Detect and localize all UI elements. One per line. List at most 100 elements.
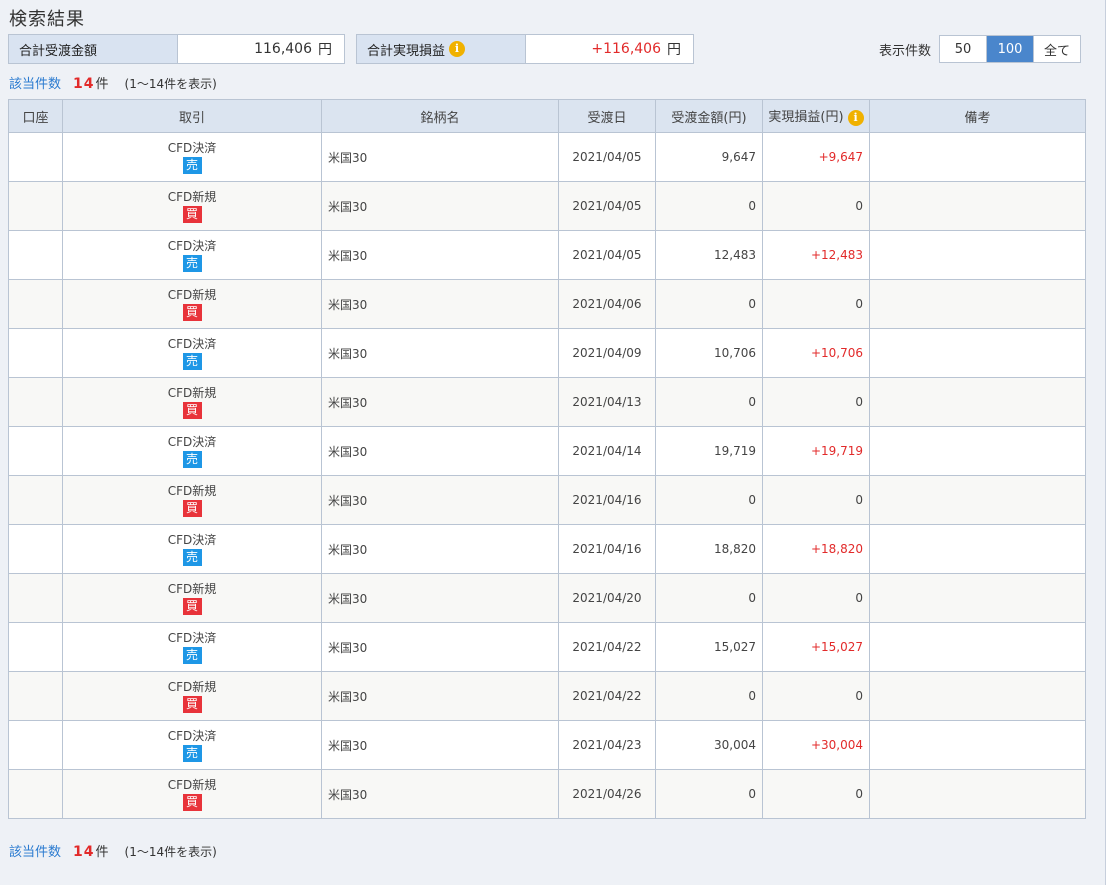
- col-header-date: 受渡日: [558, 99, 656, 133]
- cell-trade: CFD新規買: [62, 573, 322, 623]
- cell-account: [8, 720, 63, 770]
- cell-date: 2021/04/16: [558, 524, 656, 574]
- result-count-label: 該当件数: [9, 845, 62, 860]
- cell-amount: 0: [655, 671, 763, 721]
- cell-account: [8, 671, 63, 721]
- table-row: CFD決済売米国30 2021/04/05 12,483 +12,483: [8, 230, 1086, 280]
- col-header-symbol: 銘柄名: [321, 99, 559, 133]
- cell-note: [869, 132, 1086, 182]
- trade-type: CFD新規: [167, 581, 217, 596]
- table-row: CFD新規買米国30 2021/04/13 0 0: [8, 377, 1086, 427]
- cell-account: [8, 475, 63, 525]
- buy-badge: 買: [182, 793, 202, 811]
- cell-pl: +10,706: [762, 328, 870, 378]
- cell-amount: 0: [655, 475, 763, 525]
- cell-note: [869, 720, 1086, 770]
- trade-type: CFD決済: [167, 336, 217, 351]
- cell-date: 2021/04/06: [558, 279, 656, 329]
- total-pl-label: 合計実現損益: [367, 43, 446, 59]
- trade-type: CFD決済: [167, 140, 217, 155]
- display-count-all[interactable]: 全て: [1034, 36, 1080, 62]
- cell-pl: +12,483: [762, 230, 870, 280]
- info-icon[interactable]: i: [847, 110, 864, 126]
- cell-amount: 19,719: [655, 426, 763, 476]
- col-header-note: 備考: [869, 99, 1086, 133]
- trade-type: CFD決済: [167, 532, 217, 547]
- buy-badge: 買: [182, 303, 202, 321]
- cell-account: [8, 573, 63, 623]
- cell-account: [8, 426, 63, 476]
- cell-account: [8, 230, 63, 280]
- cell-symbol: 米国30: [321, 720, 559, 770]
- cell-pl: 0: [762, 279, 870, 329]
- page-title: 検索結果: [9, 9, 85, 30]
- cell-symbol: 米国30: [321, 377, 559, 427]
- cell-amount: 0: [655, 377, 763, 427]
- result-count-number: 14: [73, 76, 95, 92]
- cell-amount: 0: [655, 279, 763, 329]
- total-pl-unit: 円: [667, 42, 681, 58]
- table-row: CFD決済売米国30 2021/04/14 19,719 +19,719: [8, 426, 1086, 476]
- table-row: CFD決済売米国30 2021/04/05 9,647 +9,647: [8, 132, 1086, 182]
- cell-date: 2021/04/14: [558, 426, 656, 476]
- trade-type: CFD新規: [167, 483, 217, 498]
- total-pl-value-cell: +116,406 円: [526, 35, 693, 63]
- cell-account: [8, 769, 63, 819]
- cell-trade: CFD決済売: [62, 426, 322, 476]
- col-header-trade: 取引: [62, 99, 322, 133]
- info-icon[interactable]: i: [449, 41, 466, 57]
- display-count-50[interactable]: 50: [940, 36, 987, 62]
- total-amount-box: 合計受渡金額 116,406 円: [8, 34, 345, 64]
- sell-badge: 売: [182, 548, 202, 566]
- cell-trade: CFD新規買: [62, 671, 322, 721]
- cell-account: [8, 377, 63, 427]
- total-amount-label: 合計受渡金額: [9, 35, 178, 63]
- cell-note: [869, 524, 1086, 574]
- trade-type: CFD新規: [167, 189, 217, 204]
- trade-type: CFD新規: [167, 777, 217, 792]
- cell-note: [869, 671, 1086, 721]
- display-count-label: 表示件数: [878, 43, 931, 59]
- trade-type: CFD決済: [167, 238, 217, 253]
- display-count-100[interactable]: 100: [987, 36, 1034, 62]
- cell-pl: +30,004: [762, 720, 870, 770]
- cell-pl: 0: [762, 475, 870, 525]
- cell-date: 2021/04/09: [558, 328, 656, 378]
- cell-symbol: 米国30: [321, 475, 559, 525]
- cell-trade: CFD新規買: [62, 475, 322, 525]
- table-row: CFD決済売米国30 2021/04/16 18,820 +18,820: [8, 524, 1086, 574]
- cell-date: 2021/04/13: [558, 377, 656, 427]
- total-amount-value-cell: 116,406 円: [178, 35, 344, 63]
- cell-account: [8, 132, 63, 182]
- total-amount-unit: 円: [318, 42, 332, 58]
- cell-pl: 0: [762, 769, 870, 819]
- cell-note: [869, 181, 1086, 231]
- cell-trade: CFD決済売: [62, 328, 322, 378]
- cell-pl: +15,027: [762, 622, 870, 672]
- cell-symbol: 米国30: [321, 769, 559, 819]
- cell-date: 2021/04/05: [558, 230, 656, 280]
- result-count-range: (1〜14件を表示): [124, 77, 217, 91]
- cell-amount: 15,027: [655, 622, 763, 672]
- display-count-control: 表示件数 50 100 全て: [879, 35, 1081, 63]
- cell-trade: CFD新規買: [62, 181, 322, 231]
- cell-date: 2021/04/22: [558, 622, 656, 672]
- cell-date: 2021/04/22: [558, 671, 656, 721]
- buy-badge: 買: [182, 597, 202, 615]
- sell-badge: 売: [182, 744, 202, 762]
- result-count-label: 該当件数: [9, 77, 62, 92]
- trade-type: CFD新規: [167, 679, 217, 694]
- sell-badge: 売: [182, 156, 202, 174]
- table-row: CFD新規買米国30 2021/04/05 0 0: [8, 181, 1086, 231]
- cell-symbol: 米国30: [321, 132, 559, 182]
- buy-badge: 買: [182, 695, 202, 713]
- cell-symbol: 米国30: [321, 524, 559, 574]
- col-header-pl-label: 実現損益(円): [768, 110, 844, 125]
- trade-type: CFD新規: [167, 287, 217, 302]
- cell-note: [869, 573, 1086, 623]
- result-count-top: 該当件数 14 件 (1〜14件を表示): [9, 73, 217, 92]
- sell-badge: 売: [182, 646, 202, 664]
- cell-note: [869, 475, 1086, 525]
- trade-type: CFD決済: [167, 728, 217, 743]
- result-count-range: (1〜14件を表示): [124, 845, 217, 859]
